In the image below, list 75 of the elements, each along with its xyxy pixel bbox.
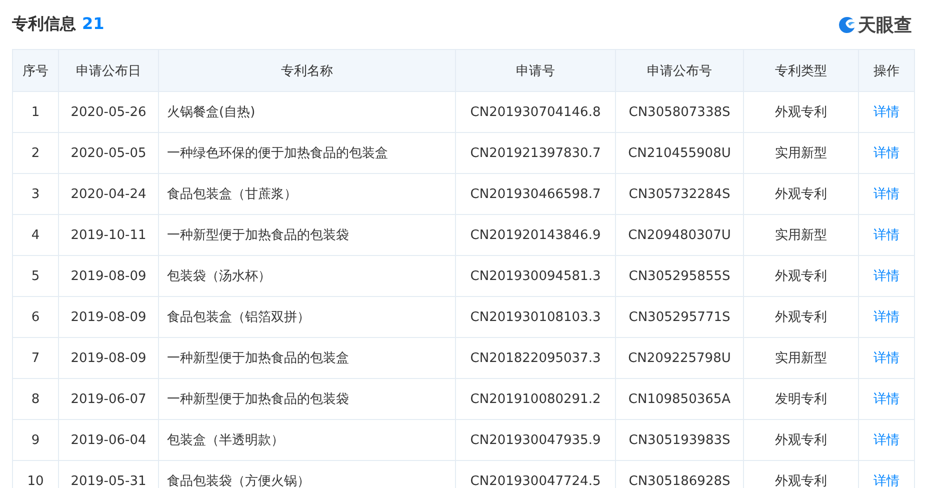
table-cell: 包装袋（汤水杯）: [158, 256, 456, 296]
table-cell: 包装盒（半透明款）: [158, 420, 456, 460]
table-cell: 2019-08-09: [58, 296, 158, 338]
table-cell: 8: [12, 378, 58, 420]
table-cell: CN201930466598.7: [456, 174, 616, 214]
column-header: 申请公布日: [58, 50, 158, 92]
table-cell: 2019-08-09: [58, 338, 158, 378]
table-cell: 外观专利: [744, 174, 858, 214]
table-cell: 7: [12, 338, 58, 378]
table-cell: 实用新型: [744, 214, 858, 256]
details-link[interactable]: 详情: [874, 269, 900, 284]
table-cell: 5: [12, 256, 58, 296]
table-cell: CN305295855S: [616, 256, 744, 296]
section-title: 专利信息: [12, 14, 76, 35]
table-cell: CN109850365A: [616, 378, 744, 420]
logo-icon: [838, 16, 856, 34]
table-cell: CN201920143846.9: [456, 214, 616, 256]
table-cell: 一种新型便于加热食品的包装袋: [158, 214, 456, 256]
table-cell: 3: [12, 174, 58, 214]
table-cell: 一种新型便于加热食品的包装盒: [158, 338, 456, 378]
table-cell: 2020-05-26: [58, 92, 158, 132]
table-cell: CN201930094581.3: [456, 256, 616, 296]
table-cell: 2020-04-24: [58, 174, 158, 214]
column-header: 申请号: [456, 50, 616, 92]
table-cell: 9: [12, 420, 58, 460]
table-cell: 实用新型: [744, 132, 858, 174]
table-cell: 外观专利: [744, 420, 858, 460]
column-header: 申请公布号: [616, 50, 744, 92]
table-cell: 2: [12, 132, 58, 174]
table-cell: CN201930108103.3: [456, 296, 616, 338]
table-cell: 2019-06-04: [58, 420, 158, 460]
details-link[interactable]: 详情: [874, 392, 900, 407]
patent-count: 21: [82, 14, 104, 33]
table-cell: 食品包装盒（铝箔双拼）: [158, 296, 456, 338]
table-cell: 一种新型便于加热食品的包装袋: [158, 378, 456, 420]
logo-text: 天眼查: [858, 14, 912, 36]
table-cell: 4: [12, 214, 58, 256]
column-header: 序号: [12, 50, 58, 92]
table-cell: CN209480307U: [616, 214, 744, 256]
table-cell: 2019-06-07: [58, 378, 158, 420]
table-cell: 实用新型: [744, 338, 858, 378]
column-header: 专利类型: [744, 50, 858, 92]
table-cell: 外观专利: [744, 256, 858, 296]
details-link[interactable]: 详情: [874, 433, 900, 448]
table-cell: 6: [12, 296, 58, 338]
table-cell: CN305732284S: [616, 174, 744, 214]
details-link[interactable]: 详情: [874, 187, 900, 202]
details-link[interactable]: 详情: [874, 351, 900, 366]
details-link[interactable]: 详情: [874, 105, 900, 120]
table-cell: 10: [12, 460, 58, 488]
table-cell: 1: [12, 92, 58, 132]
table-cell: CN201921397830.7: [456, 132, 616, 174]
details-link[interactable]: 详情: [874, 310, 900, 325]
column-header: 操作: [858, 50, 914, 92]
table-cell: 2020-05-05: [58, 132, 158, 174]
table-cell: CN201930047935.9: [456, 420, 616, 460]
column-header: 专利名称: [158, 50, 456, 92]
details-link[interactable]: 详情: [874, 228, 900, 243]
table-cell: CN305295771S: [616, 296, 744, 338]
table-cell: CN201930704146.8: [456, 92, 616, 132]
details-link[interactable]: 详情: [874, 146, 900, 161]
table-cell: 一种绿色环保的便于加热食品的包装盒: [158, 132, 456, 174]
table-cell: 发明专利: [744, 378, 858, 420]
table-cell: 火锅餐盒(自热): [158, 92, 456, 132]
table-cell: 外观专利: [744, 296, 858, 338]
table-cell: 食品包装盒（甘蔗浆）: [158, 174, 456, 214]
table-cell: CN201910080291.2: [456, 378, 616, 420]
table-cell: CN201822095037.3: [456, 338, 616, 378]
table-cell: CN305807338S: [616, 92, 744, 132]
table-cell: 外观专利: [744, 92, 858, 132]
table-cell: CN305193983S: [616, 420, 744, 460]
table-cell: CN210455908U: [616, 132, 744, 174]
table-cell: CN209225798U: [616, 338, 744, 378]
table-cell: 2019-10-11: [58, 214, 158, 256]
table-cell: 2019-08-09: [58, 256, 158, 296]
